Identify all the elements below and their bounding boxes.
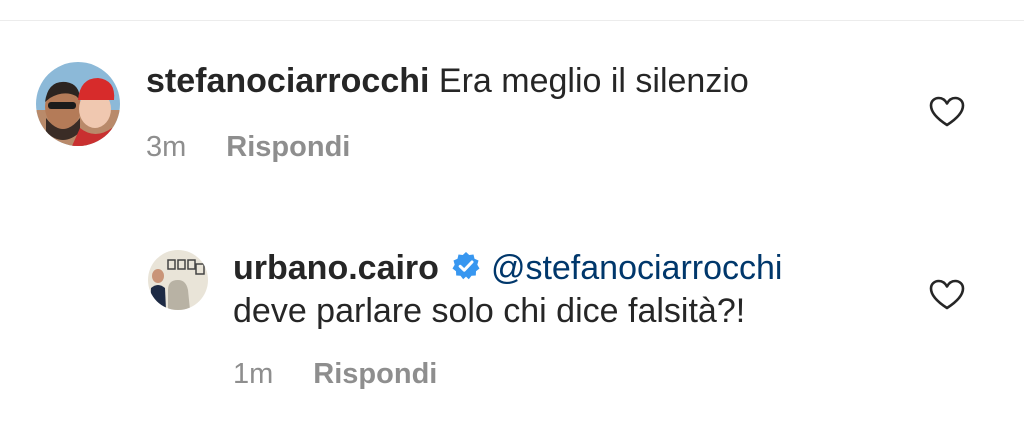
heart-outline-icon[interactable]: [929, 279, 965, 311]
comment-time: 3m: [146, 131, 187, 163]
reply-meta: 1m Rispondi: [233, 360, 437, 389]
avatar[interactable]: [36, 62, 120, 146]
reply-line: urbano.cairo @stefanociarrocchi: [233, 251, 782, 285]
comment-username[interactable]: stefanociarrocchi: [146, 62, 429, 100]
top-divider: [0, 20, 1024, 21]
reply-button[interactable]: Rispondi: [226, 131, 350, 163]
reply-text: deve parlare solo chi dice falsità?!: [233, 292, 746, 330]
comment-text: Era meglio il silenzio: [438, 62, 749, 100]
reply-button[interactable]: Rispondi: [313, 358, 437, 390]
reply-time: 1m: [233, 358, 274, 390]
reply-username[interactable]: urbano.cairo: [233, 249, 439, 287]
comment-line: stefanociarrocchi Era meglio il silenzio: [146, 64, 749, 98]
avatar[interactable]: [148, 250, 208, 310]
verified-badge-icon: [452, 252, 480, 280]
heart-outline-icon[interactable]: [929, 96, 965, 128]
mention-link[interactable]: @stefanociarrocchi: [491, 249, 783, 287]
comment-meta: 3m Rispondi: [146, 133, 350, 162]
